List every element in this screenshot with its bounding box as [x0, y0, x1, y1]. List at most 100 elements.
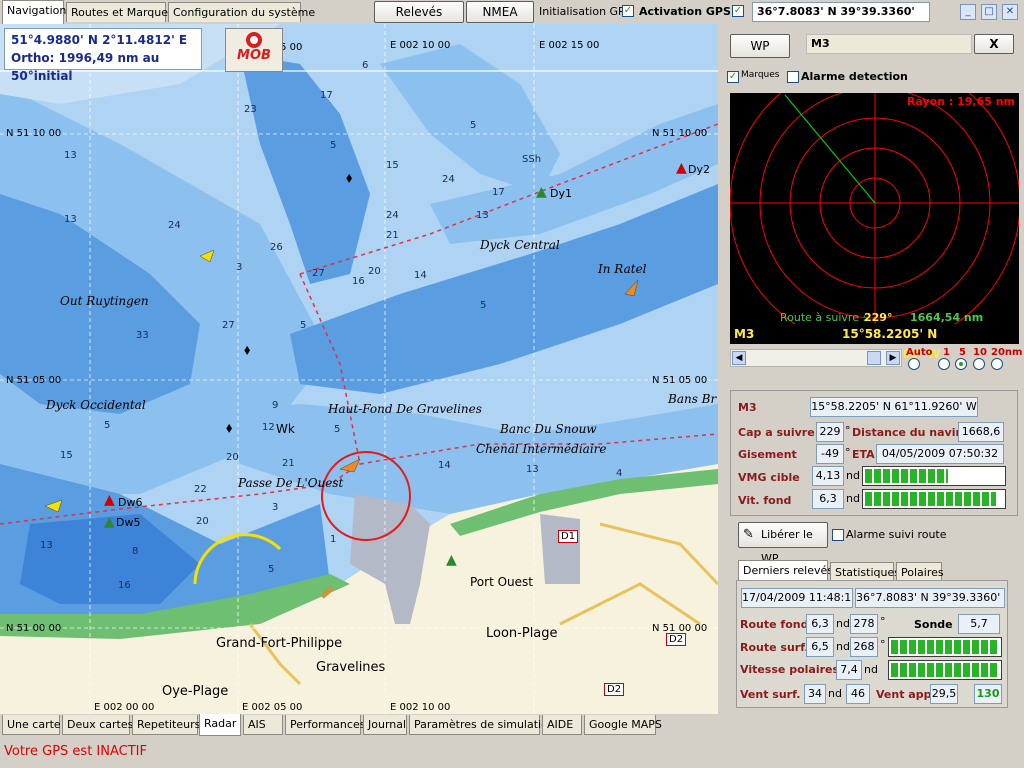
alarme-suivi-route-checkbox[interactable]: ✓	[832, 529, 844, 541]
radar-route-label: Route à suivre :	[780, 311, 867, 324]
vent-surf-speed: 34	[804, 684, 826, 704]
tab-parametres-simulation[interactable]: Paramètres de simulation	[409, 715, 555, 735]
vent-surf-dir: 46	[846, 684, 870, 704]
route-surf-nd: nd	[836, 640, 850, 653]
nav-target-name: M3	[738, 401, 757, 414]
zoom-radio-20nm[interactable]	[991, 358, 1003, 370]
depth-sounding: 4	[616, 468, 623, 479]
init-gps-checkbox[interactable]: ✓	[622, 5, 634, 17]
mob-button[interactable]: MOB	[225, 28, 283, 72]
vmg-cible-label: VMG cible	[738, 471, 800, 484]
tab-journal[interactable]: Journal	[363, 715, 407, 735]
lon-label-bottom-3: E 002 10 00	[390, 702, 451, 713]
pen-icon: ✎	[743, 527, 754, 542]
tab-ais[interactable]: AIS	[243, 715, 283, 735]
tab-repetiteurs[interactable]: Repetiteurs	[132, 715, 200, 735]
radar-canvas	[729, 57, 1021, 349]
radar-scrollbar[interactable]: ◀ ▶	[730, 349, 902, 367]
alarme-suivi-route-label: Alarme suivi route	[846, 528, 947, 541]
vent-app-label: Vent app.	[876, 688, 936, 701]
zoom-label-20nm: 20nm	[991, 347, 1023, 358]
wp-button[interactable]: WP	[730, 34, 790, 58]
radar-target-bar: M3 15°58.2205' N 61°11.9260' W	[730, 324, 1019, 361]
depth-sounding: 16	[352, 276, 365, 287]
tab-navigation[interactable]: Navigation	[2, 0, 66, 24]
bottom-tab-bar: Une carte Deux cartes Repetiteurs Radar …	[0, 714, 1024, 736]
depth-sounding: 24	[168, 220, 181, 231]
radar-display[interactable]: Rayon : 19,65 nm Route à suivre : 229° 1…	[729, 57, 1021, 349]
map-label-out-ruytingen: Out Ruytingen	[60, 294, 149, 308]
tab-derniers-releves[interactable]: Derniers relevés	[738, 560, 833, 580]
vmg-unit: nd	[846, 469, 860, 482]
depth-sounding: 13	[526, 464, 539, 475]
zoom-radio-10[interactable]	[973, 358, 985, 370]
close-window-button[interactable]: ✕	[1002, 4, 1018, 20]
buoy-icon[interactable]: ⬧	[346, 170, 352, 186]
cursor-position: 51°4.9880' N 2°11.4812' E	[11, 33, 188, 47]
tab-performances[interactable]: Performances	[285, 715, 365, 735]
buoy-d2-b: D2	[604, 683, 625, 696]
cap-unit: °	[845, 424, 851, 437]
vit-fond-gauge	[862, 489, 1006, 509]
minimize-window-button[interactable]: _	[960, 4, 976, 20]
tab-google-maps[interactable]: Google MAPS	[584, 715, 662, 735]
buoy-icon[interactable]: ▲	[676, 160, 687, 176]
map-label-banc-du-snouw: Banc Du Snouw	[500, 422, 597, 436]
vmg-cible-value: 4,13	[812, 466, 844, 486]
nmea-button[interactable]: NMEA	[466, 1, 534, 23]
buoy-icon[interactable]: ▲	[446, 552, 457, 568]
alarme-detection-checkbox[interactable]: ✓	[787, 71, 799, 83]
activation-gps-checkbox[interactable]: ✓	[732, 5, 744, 17]
gps-status-text: Votre GPS est INACTIF	[4, 744, 147, 759]
map-label-haut-fond-gravelines: Haut-Fond De Gravelines	[328, 402, 482, 416]
tab-une-carte[interactable]: Une carte	[2, 715, 61, 735]
liberer-wp-button[interactable]: ✎ Libérer le WP	[738, 522, 828, 565]
tab-deux-cartes[interactable]: Deux cartes	[62, 715, 133, 735]
zoom-radio-1[interactable]	[938, 358, 950, 370]
radar-route-value: 229°	[864, 311, 893, 324]
vent-app-speed: 29,5	[930, 684, 958, 704]
wp-name-field[interactable]: M3	[806, 34, 972, 54]
scroll-left-icon[interactable]: ◀	[732, 351, 746, 365]
depth-sounding: 23	[244, 104, 257, 115]
tab-configuration-systeme[interactable]: Configuration du système	[168, 2, 315, 22]
close-wp-button[interactable]: X	[974, 34, 1014, 54]
zoom-radio-5[interactable]	[955, 358, 967, 370]
route-surf-speed: 6,5	[806, 637, 834, 657]
tab-aide[interactable]: AIDE	[542, 715, 582, 735]
depth-sounding: 22	[194, 484, 207, 495]
vitesse-polaires-label: Vitesse polaires	[740, 663, 840, 676]
zoom-radio-auto[interactable]	[908, 358, 920, 370]
tab-statistiques[interactable]: Statistiques	[830, 562, 900, 580]
scroll-thumb[interactable]	[867, 351, 881, 365]
scroll-right-icon[interactable]: ▶	[886, 351, 900, 365]
route-surf-label: Route surf.	[740, 641, 809, 654]
tab-routes-et-marques[interactable]: Routes et Marques	[66, 2, 174, 22]
tab-radar[interactable]: Radar	[199, 714, 241, 736]
route-fond-heading: 278	[850, 614, 878, 634]
nautical-chart[interactable]: Out Ruytingen Dyck Occidental Haut-Fond …	[0, 24, 718, 714]
depth-sounding: 14	[438, 460, 451, 471]
zoom-label-10: 10	[973, 347, 987, 358]
sonde-label: Sonde	[914, 618, 953, 631]
marques-checkbox[interactable]: ✓	[727, 71, 739, 83]
vit-fond-unit: nd	[846, 492, 860, 505]
depth-sounding: 20	[196, 516, 209, 527]
buoy-icon[interactable]: ⬧	[244, 342, 250, 358]
releves-button[interactable]: Relevés	[374, 1, 464, 23]
marques-label: Marques	[741, 70, 780, 80]
buoy-icon[interactable]: ▲	[536, 184, 547, 200]
maximize-window-button[interactable]: □	[981, 4, 997, 20]
radar-distance-value: 1664,54 nm	[910, 311, 984, 324]
depth-sounding: 13	[476, 210, 489, 221]
buoy-icon[interactable]: ▲	[104, 492, 115, 508]
lat-label-left-1: N 51 10 00	[6, 128, 62, 139]
buoy-icon[interactable]: ⬧	[226, 420, 232, 436]
buoy-icon[interactable]: ▲	[104, 514, 115, 530]
buoy-dy1: Dy1	[550, 187, 572, 200]
depth-sounding: 24	[442, 174, 455, 185]
eta-value: 04/05/2009 07:50:32	[876, 444, 1004, 464]
route-fond-speed: 6,3	[806, 614, 834, 634]
tab-polaires[interactable]: Polaires	[896, 562, 944, 580]
depth-sounding: 15	[386, 160, 399, 171]
